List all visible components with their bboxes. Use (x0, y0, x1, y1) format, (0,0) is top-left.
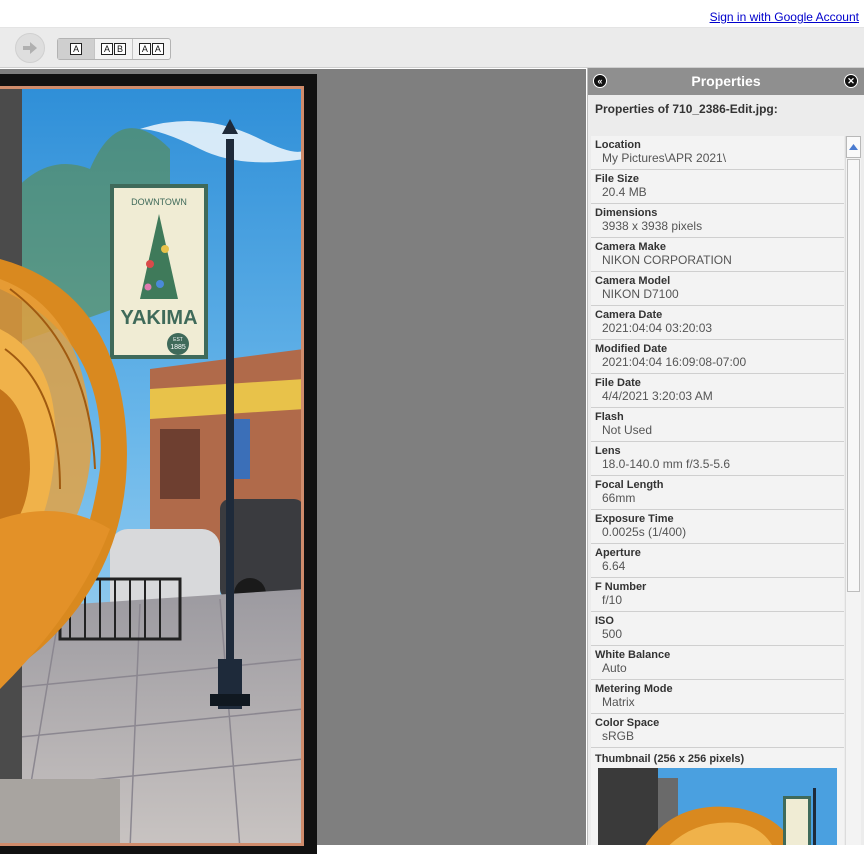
property-value: 0.0025s (1/400) (602, 525, 687, 539)
next-button[interactable] (15, 33, 45, 63)
arrow-up-icon (849, 144, 858, 150)
property-row: White Balance Auto (591, 646, 844, 680)
property-value: 2021:04:04 03:20:03 (602, 321, 713, 335)
property-name: Focal Length (595, 479, 664, 491)
arrow-right-icon (23, 42, 37, 54)
property-name: Camera Make (595, 241, 666, 253)
property-row: Lens 18.0-140.0 mm f/3.5-5.6 (591, 442, 844, 476)
properties-list[interactable]: Location My Pictures\APR 2021\ File Size 2… (591, 136, 844, 845)
photo[interactable]: DOWNTOWN YAKIMA EST 1885 (0, 86, 304, 846)
view-box-label: A (70, 43, 83, 55)
scroll-thumb[interactable] (847, 159, 860, 592)
property-row: Camera Model NIKON D7100 (591, 272, 844, 306)
property-row: ISO 500 (591, 612, 844, 646)
toolbar: A AB AA (0, 27, 864, 68)
property-row: File Size 20.4 MB (591, 170, 844, 204)
property-row: Metering Mode Matrix (591, 680, 844, 714)
property-name: File Size (595, 173, 640, 185)
property-name: File Date (595, 377, 641, 389)
property-name: ISO (595, 615, 614, 627)
property-value: Auto (602, 661, 627, 675)
property-value: 20.4 MB (602, 185, 647, 199)
thumbnail-label: Thumbnail (256 x 256 pixels) (595, 753, 745, 765)
panel-title: Properties (691, 73, 761, 89)
property-value: Matrix (602, 695, 635, 709)
property-row: Camera Make NIKON CORPORATION (591, 238, 844, 272)
property-row: Dimensions 3938 x 3938 pixels (591, 204, 844, 238)
property-name: White Balance (595, 649, 671, 661)
close-icon[interactable]: ✕ (844, 74, 858, 88)
property-value: 6.64 (602, 559, 626, 573)
property-row: Color Space sRGB (591, 714, 844, 748)
property-value: NIKON D7100 (602, 287, 679, 301)
banner-downtown-text: DOWNTOWN (131, 197, 187, 207)
property-value: Not Used (602, 423, 653, 437)
property-row: File Date 4/4/2021 3:20:03 AM (591, 374, 844, 408)
property-row: Flash Not Used (591, 408, 844, 442)
photo-frame: DOWNTOWN YAKIMA EST 1885 (0, 74, 317, 854)
property-name: Flash (595, 411, 624, 423)
view-side-by-side-button[interactable]: AA (133, 39, 170, 59)
property-value: 2021:04:04 16:09:08-07:00 (602, 355, 747, 369)
property-value: 3938 x 3938 pixels (602, 219, 703, 233)
property-row: Focal Length 66mm (591, 476, 844, 510)
image-viewer[interactable]: DOWNTOWN YAKIMA EST 1885 (0, 69, 586, 854)
view-box-label: B (114, 43, 127, 55)
photo-image: DOWNTOWN YAKIMA EST 1885 (0, 89, 301, 843)
property-name: Dimensions (595, 207, 658, 219)
view-box-label: A (101, 43, 114, 55)
properties-scrollbar[interactable] (845, 136, 861, 845)
property-value: NIKON CORPORATION (602, 253, 732, 267)
property-value: 500 (602, 627, 623, 641)
scroll-up-button[interactable] (846, 136, 861, 158)
property-row: Location My Pictures\APR 2021\ (591, 136, 844, 170)
property-value: 18.0-140.0 mm f/3.5-5.6 (602, 457, 731, 471)
property-row: F Number f/10 (591, 578, 844, 612)
property-name: Modified Date (595, 343, 668, 355)
property-row: Aperture 6.64 (591, 544, 844, 578)
view-box-label: A (151, 43, 164, 55)
property-row: Camera Date 2021:04:04 03:20:03 (591, 306, 844, 340)
view-mode-group: A AB AA (57, 38, 171, 60)
property-value: f/10 (602, 593, 623, 607)
banner-est-text: EST (173, 337, 183, 343)
property-row: Exposure Time 0.0025s (1/400) (591, 510, 844, 544)
banner-year-text: 1885 (170, 344, 186, 351)
view-compare-button[interactable]: AB (95, 39, 133, 59)
properties-panel: « Properties ✕ Properties of 710_2386-Ed… (587, 68, 864, 845)
property-name: Location (595, 139, 641, 151)
property-value: 66mm (602, 491, 636, 505)
panel-subtitle: Properties of 710_2386-Edit.jpg: (595, 102, 778, 116)
top-bar: Sign in with Google Account (0, 0, 864, 27)
sign-in-link[interactable]: Sign in with Google Account (710, 10, 859, 24)
view-single-button[interactable]: A (58, 39, 96, 59)
property-name: F Number (595, 581, 647, 593)
property-name: Lens (595, 445, 621, 457)
property-name: Camera Date (595, 309, 663, 321)
view-box-label: A (138, 43, 151, 55)
property-row: Modified Date 2021:04:04 16:09:08-07:00 (591, 340, 844, 374)
property-value: 4/4/2021 3:20:03 AM (602, 389, 713, 403)
panel-header: « Properties ✕ (588, 68, 864, 95)
thumbnail-image (598, 768, 837, 845)
banner-city-text: YAKIMA (120, 307, 197, 329)
property-value: My Pictures\APR 2021\ (602, 151, 727, 165)
property-name: Color Space (595, 717, 660, 729)
property-name: Exposure Time (595, 513, 674, 525)
property-value: sRGB (602, 729, 635, 743)
property-name: Aperture (595, 547, 641, 559)
property-name: Camera Model (595, 275, 671, 287)
property-name: Metering Mode (595, 683, 673, 695)
